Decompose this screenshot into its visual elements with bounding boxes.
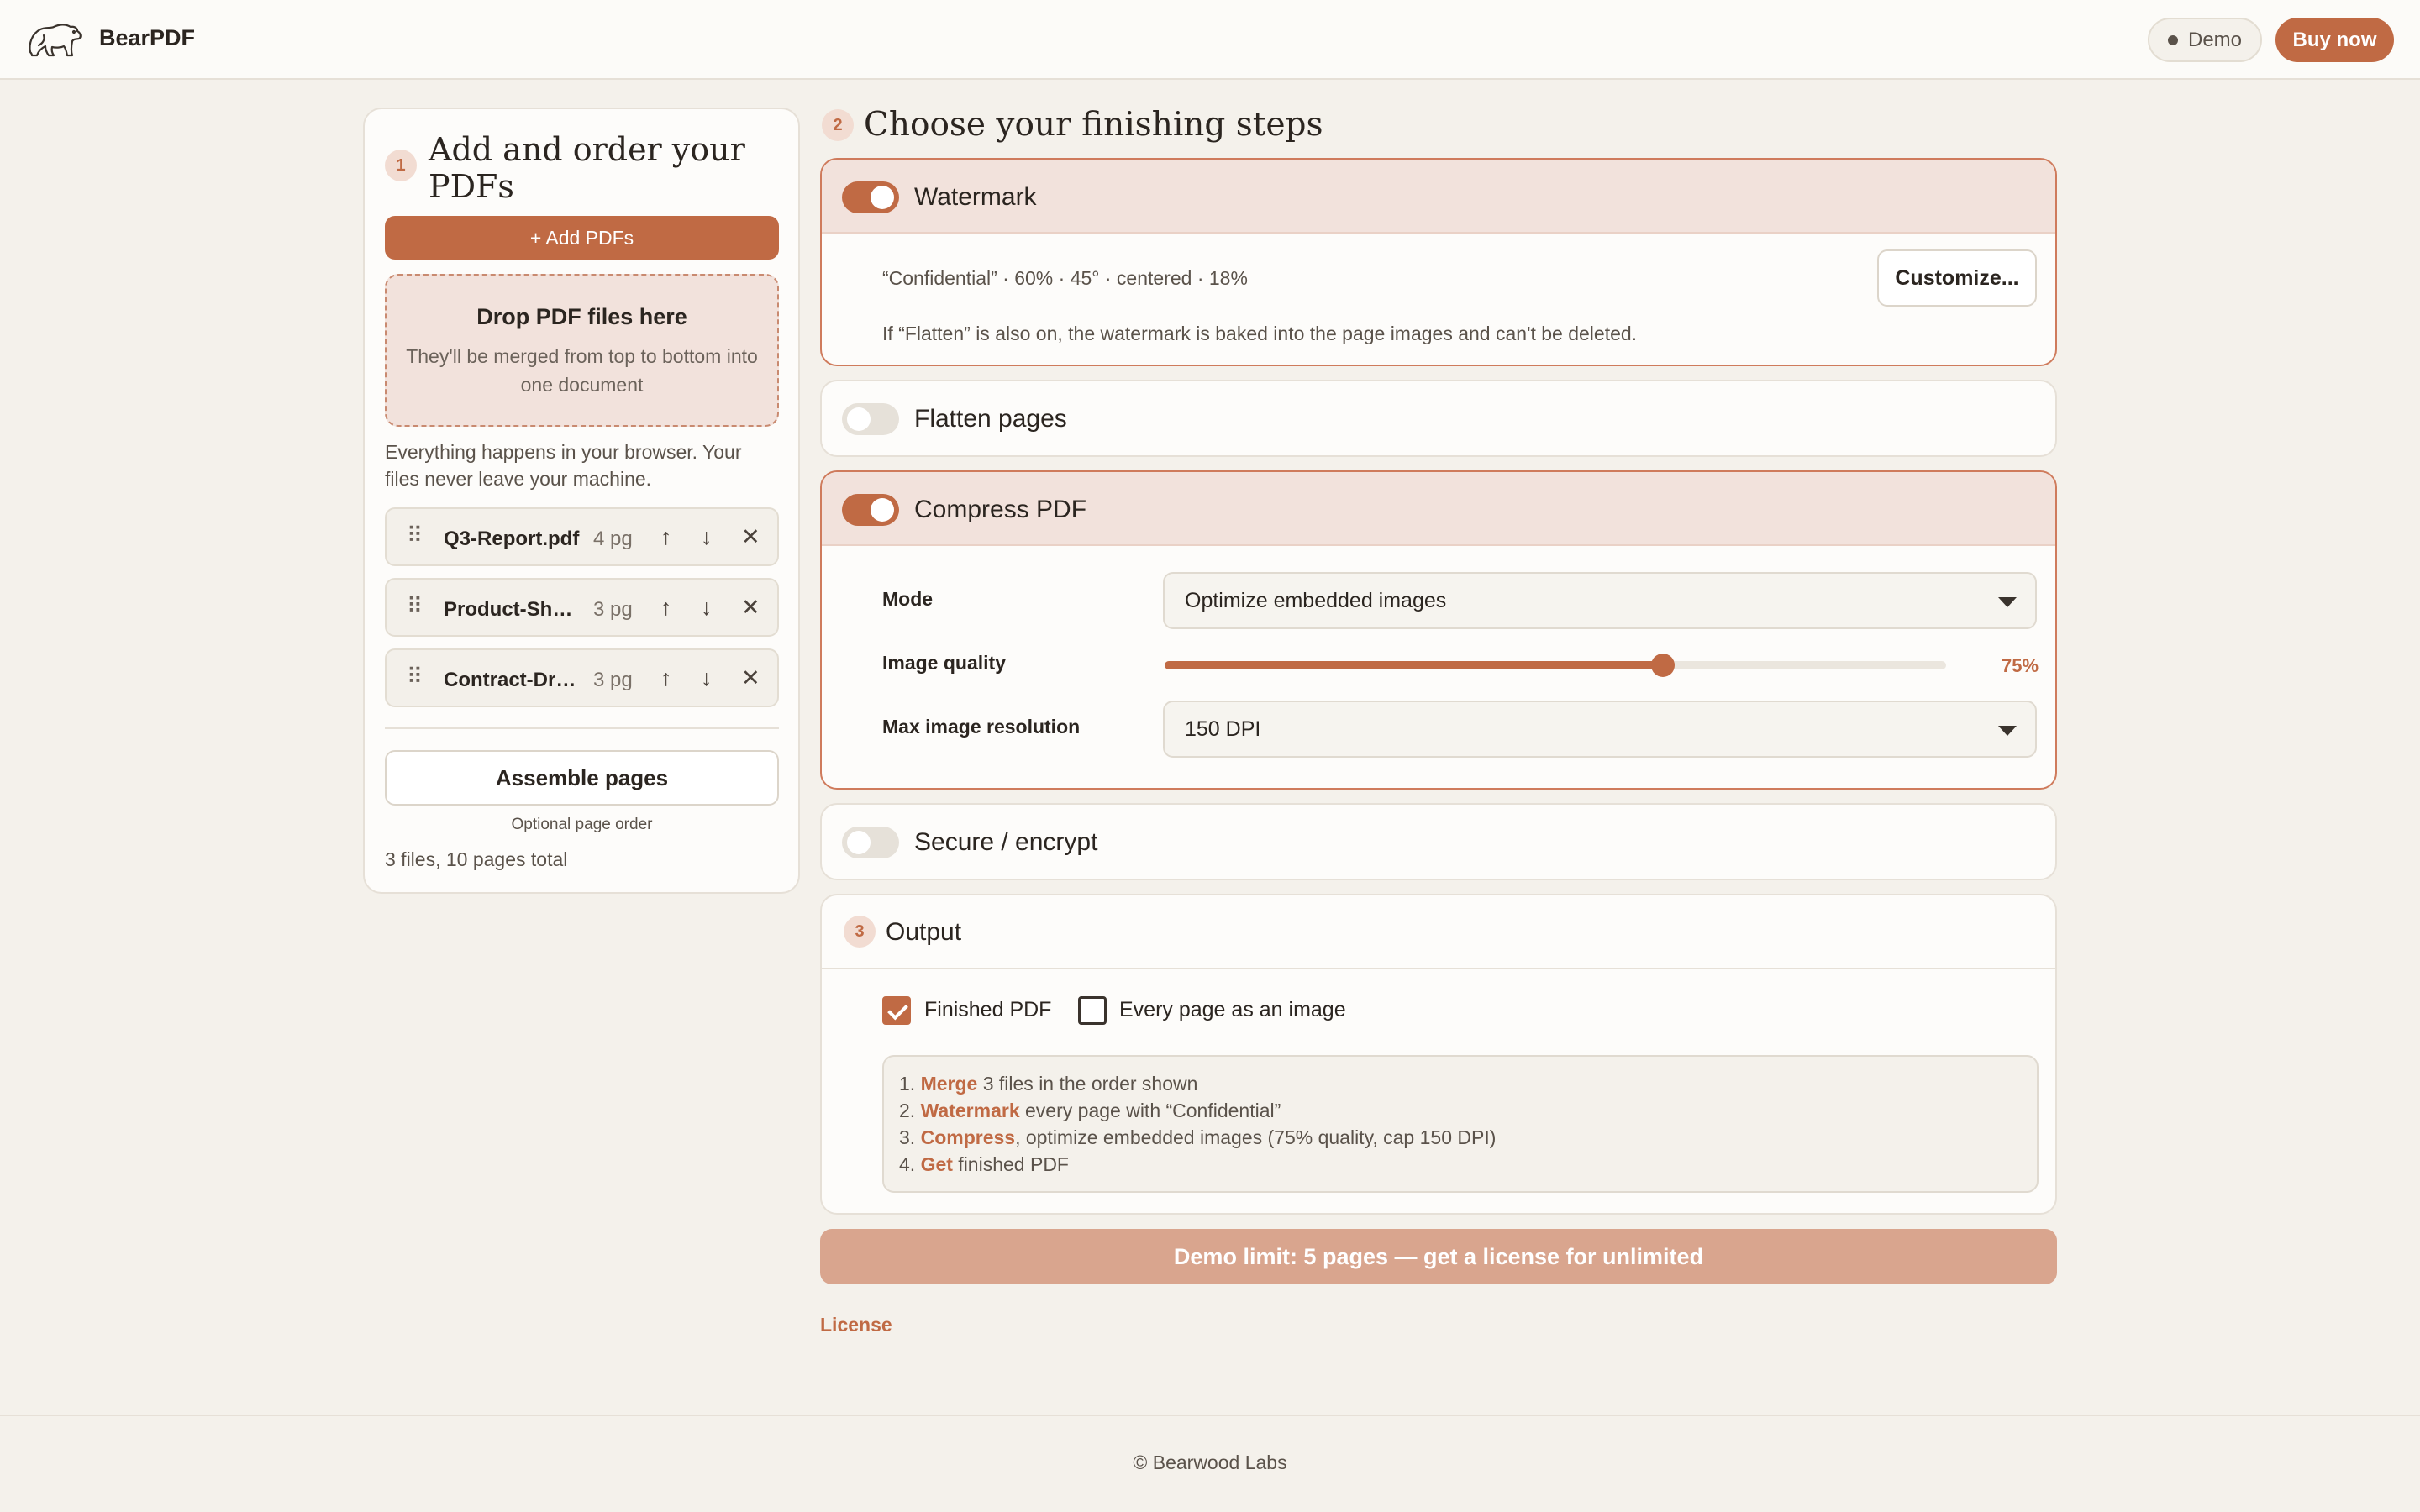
move-down-icon[interactable]: ↓ [701,595,713,621]
drag-handle-icon[interactable]: ⠿ [407,593,423,619]
watermark-toggle[interactable] [842,181,899,213]
customize-button[interactable]: Customize... [1877,249,2037,307]
files-total: 3 files, 10 pages total [385,848,568,870]
file-page-count: 4 pg [593,528,633,550]
remove-file-icon[interactable]: ✕ [741,665,760,691]
toggle-knob [847,831,871,854]
drop-zone[interactable]: Drop PDF files here They'll be merged fr… [385,274,779,427]
file-row[interactable]: ⠿ Contract-Draft.pdf 3 pg ↑ ↓ ✕ [385,648,779,707]
brand-name: BearPDF [99,25,196,50]
drop-zone-title: Drop PDF files here [476,304,687,329]
compress-header[interactable]: Compress PDF [822,472,2055,546]
flatten-toggle[interactable] [842,403,899,435]
toggle-knob [871,498,894,522]
slider-fill [1165,661,1663,669]
copyright: © Bearwood Labs [1133,1452,1287,1473]
chevron-down-icon [1998,726,2017,736]
divider [385,727,779,729]
footer: © Bearwood Labs [0,1415,2420,1512]
image-quality-label: Image quality [882,652,1006,674]
watermark-panel: Watermark “Confidential” · 60% · 45° · c… [820,158,2057,366]
optional-page-order-note: Optional page order [511,816,653,833]
page-images-label[interactable]: Every page as an image [1119,998,1346,1022]
compress-panel: Compress PDF Mode Optimize embedded imag… [820,470,2057,790]
privacy-note: Everything happens in your browser. Your… [385,441,742,490]
mode-value: Optimize embedded images [1185,588,1447,612]
add-pdfs-button[interactable]: + Add PDFs [385,216,779,260]
move-down-icon[interactable]: ↓ [701,524,713,550]
file-name: Contract-Draft.pdf [444,669,582,691]
demo-limit-banner[interactable]: Demo limit: 5 pages — get a license for … [820,1229,2057,1284]
file-name: Product-Sheet.pdf [444,598,582,621]
license-link[interactable]: License [820,1314,892,1336]
image-quality-slider[interactable] [1165,654,1946,677]
secure-header[interactable]: Secure / encrypt [822,805,2055,879]
mode-select[interactable]: Optimize embedded images [1163,572,2037,629]
summary-item: 1. Merge 3 files in the order shown [899,1073,1198,1095]
flatten-panel: Flatten pages [820,380,2057,457]
step-1-title: Add and order your PDFs [429,131,745,205]
assemble-pages-button[interactable]: Assemble pages [385,750,779,806]
max-resolution-select[interactable]: 150 DPI [1163,701,2037,758]
drag-handle-icon[interactable]: ⠿ [407,664,423,690]
flatten-title: Flatten pages [914,405,1067,433]
demo-dot-icon [2167,34,2178,45]
drop-zone-subtitle: They'll be merged from top to bottom int… [406,345,758,396]
add-pdfs-card: 1 Add and order your PDFs + Add PDFs Dro… [363,108,800,894]
slider-thumb[interactable] [1651,654,1675,677]
compress-toggle[interactable] [842,494,899,526]
finished-pdf-label[interactable]: Finished PDF [924,998,1051,1022]
step-2-title: Choose your finishing steps [864,106,1323,144]
move-up-icon[interactable]: ↑ [660,524,672,550]
toggle-knob [847,407,871,431]
demo-label: Demo [2187,28,2243,51]
move-down-icon[interactable]: ↓ [701,665,713,691]
watermark-header[interactable]: Watermark [822,160,2055,234]
toggle-knob [871,186,894,209]
file-page-count: 3 pg [593,669,633,691]
file-name: Q3-Report.pdf [444,528,580,550]
finished-pdf-checkbox[interactable] [882,996,911,1025]
move-up-icon[interactable]: ↑ [660,665,672,691]
secure-toggle[interactable] [842,827,899,858]
move-up-icon[interactable]: ↑ [660,595,672,621]
steps-summary: 1. Merge 3 files in the order shown 2. W… [882,1055,2039,1193]
max-resolution-label: Max image resolution [882,716,1081,738]
file-page-count: 3 pg [593,598,633,621]
remove-file-icon[interactable]: ✕ [741,524,760,550]
image-quality-value: 75% [2002,655,2039,676]
secure-panel: Secure / encrypt [820,803,2057,880]
summary-item: 3. Compress, optimize embedded images (7… [899,1126,1497,1148]
page-images-checkbox[interactable] [1078,996,1107,1025]
output-title: Output [886,918,962,946]
secure-title: Secure / encrypt [914,828,1098,856]
bear-logo-icon [29,24,82,57]
step-1-badge: 1 [385,150,417,181]
flatten-header[interactable]: Flatten pages [822,381,2055,455]
compress-title: Compress PDF [914,496,1087,523]
output-header: 3 Output [822,895,2055,969]
file-row[interactable]: ⠿ Q3-Report.pdf 4 pg ↑ ↓ ✕ [385,507,779,566]
buy-now-button[interactable]: Buy now [2275,18,2394,62]
mode-label: Mode [882,588,934,610]
step-2-badge: 2 [822,109,854,141]
file-row[interactable]: ⠿ Product-Sheet.pdf 3 pg ↑ ↓ ✕ [385,578,779,637]
watermark-title: Watermark [914,183,1037,211]
max-resolution-value: 150 DPI [1185,717,1261,741]
remove-file-icon[interactable]: ✕ [741,595,760,621]
drag-handle-icon[interactable]: ⠿ [407,522,423,549]
demo-badge: Demo [2148,18,2262,62]
chevron-down-icon [1998,597,2017,607]
top-bar: BearPDF Demo Buy now [0,0,2420,80]
output-panel: 3 Output Finished PDF Every page as an i… [820,894,2057,1215]
step-3-badge: 3 [844,916,876,948]
summary-item: 4. Get finished PDF [899,1153,1069,1175]
summary-item: 2. Watermark every page with “Confidenti… [899,1100,1281,1121]
watermark-note: If “Flatten” is also on, the watermark i… [882,323,1638,344]
watermark-summary: “Confidential” · 60% · 45° · centered · … [882,267,1248,289]
